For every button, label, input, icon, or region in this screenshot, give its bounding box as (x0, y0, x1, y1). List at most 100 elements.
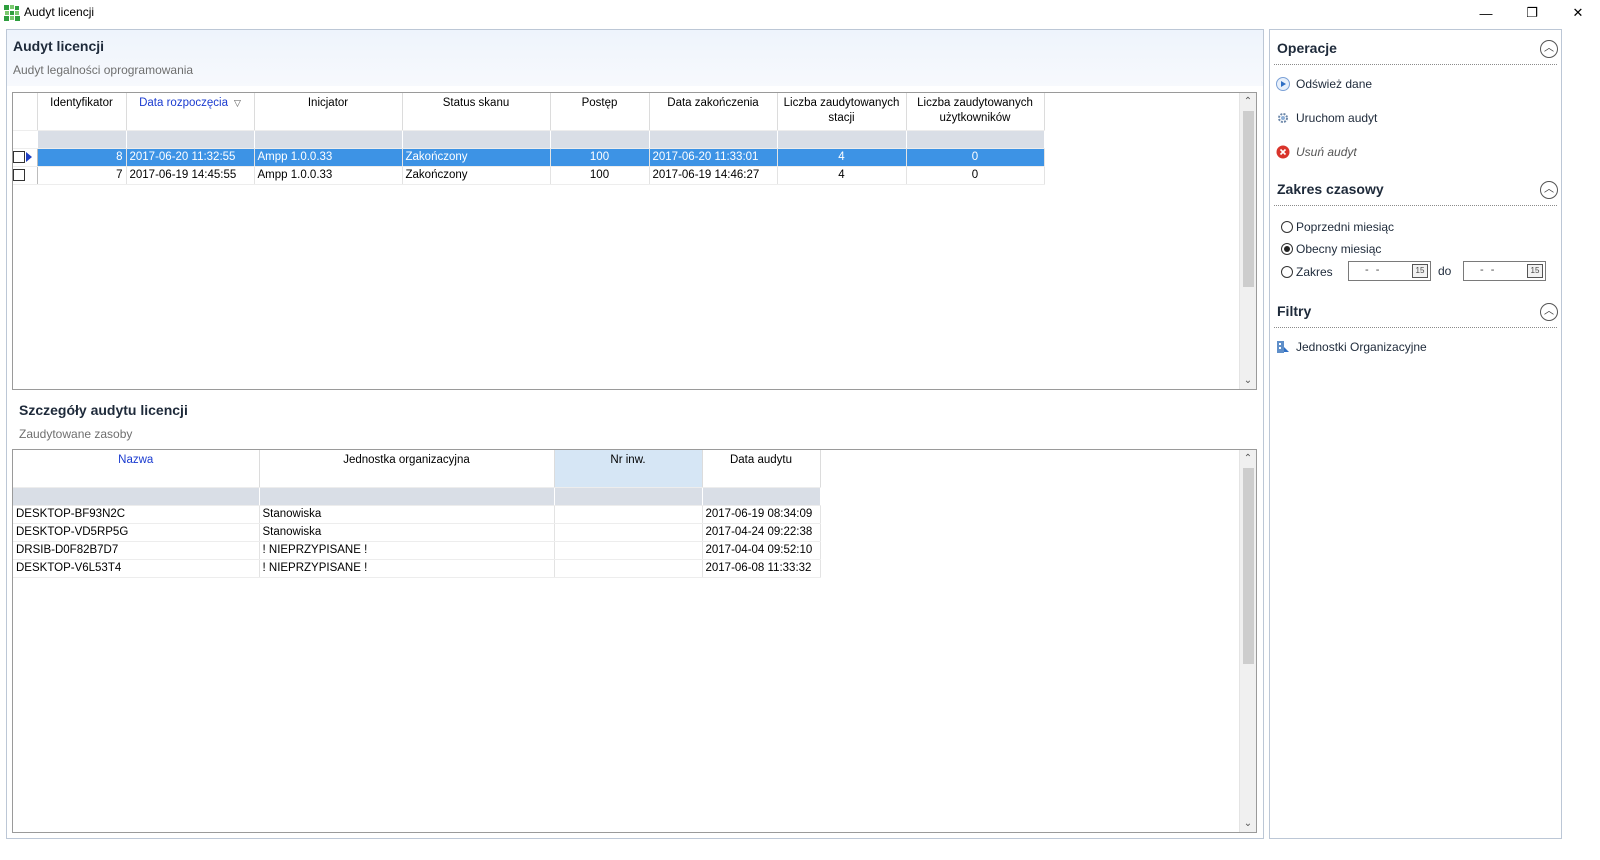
cell-id: 7 (37, 166, 127, 185)
calendar-icon[interactable]: 15 (1412, 264, 1428, 278)
cell-initiator: Ampp 1.0.0.33 (254, 148, 403, 167)
col-header-users[interactable]: Liczba zaudytowanych użytkowników (906, 93, 1045, 131)
details-grid[interactable]: Nazwa Jednostka organizacyjna Nr inw. Da… (12, 449, 1257, 833)
date-to-value: - - (1480, 264, 1497, 276)
collapse-time-range-icon[interactable]: ︿ (1540, 181, 1558, 199)
divider (1274, 205, 1557, 206)
date-to-input[interactable]: - - 15 (1463, 261, 1546, 281)
table-row[interactable]: DRSIB-D0F82B7D7 ! NIEPRZYPISANE ! 2017-0… (13, 541, 821, 560)
current-row-indicator-icon (26, 151, 32, 162)
cell-progress: 100 (550, 166, 650, 185)
radio-button[interactable] (1281, 266, 1293, 278)
scroll-up-icon[interactable]: ⌃ (1240, 450, 1256, 467)
col-header-name[interactable]: Nazwa (13, 450, 260, 488)
col-header-start-date-label: Data rozpoczęcia (139, 97, 228, 109)
col-header-status[interactable]: Status skanu (402, 93, 551, 131)
radio-current-month[interactable]: Obecny miesiąc (1281, 242, 1381, 256)
cell-inv (554, 505, 703, 524)
col-header-id[interactable]: Identyfikator (37, 93, 127, 131)
filter-cell-date[interactable] (702, 487, 821, 506)
title-bar: Audyt licencji — ❐ ✕ (0, 0, 1600, 26)
cell-start: 2017-06-20 11:32:55 (126, 148, 255, 167)
radio-previous-month-label: Poprzedni miesiąc (1296, 220, 1395, 234)
maximize-button[interactable]: ❐ (1509, 0, 1555, 26)
filter-cell-end[interactable] (649, 130, 778, 149)
cell-name: DESKTOP-VD5RP5G (13, 523, 260, 542)
scroll-thumb[interactable] (1243, 111, 1254, 287)
col-header-name-label: Nazwa (118, 454, 154, 466)
window-title: Audyt licencji (24, 5, 95, 19)
refresh-data-link[interactable]: Odśwież dane (1276, 77, 1372, 91)
filter-row (13, 130, 1045, 149)
radio-current-month-label: Obecny miesiąc (1296, 242, 1382, 256)
audit-grid-scrollbar[interactable]: ⌃ ⌄ (1239, 93, 1256, 389)
filter-cell-inv[interactable] (554, 487, 703, 506)
scroll-thumb[interactable] (1243, 468, 1254, 664)
filter-cell-users[interactable] (906, 130, 1045, 149)
filter-cell-id[interactable] (37, 130, 127, 149)
collapse-operations-icon[interactable]: ︿ (1540, 40, 1558, 58)
org-units-filter-link[interactable]: Jednostki Organizacyjne (1276, 340, 1427, 354)
scroll-up-icon[interactable]: ⌃ (1240, 93, 1256, 110)
details-grid-scrollbar[interactable]: ⌃ ⌄ (1239, 450, 1256, 832)
filter-cell-progress[interactable] (550, 130, 650, 149)
filter-cell-start[interactable] (126, 130, 255, 149)
calendar-icon[interactable]: 15 (1527, 264, 1543, 278)
row-checkbox[interactable] (13, 168, 25, 181)
collapse-filters-icon[interactable]: ︿ (1540, 303, 1558, 321)
date-from-input[interactable]: - - 15 (1348, 261, 1431, 281)
row-selector[interactable] (13, 148, 38, 167)
radio-button-selected[interactable] (1281, 243, 1293, 255)
col-header-progress[interactable]: Postęp (550, 93, 650, 131)
radio-previous-month[interactable]: Poprzedni miesiąc (1281, 220, 1394, 234)
close-button[interactable]: ✕ (1555, 0, 1600, 26)
details-title: Szczegóły audytu licencji (19, 402, 188, 418)
col-header-stations[interactable]: Liczba zaudytowanych stacji (777, 93, 907, 131)
run-audit-link[interactable]: Uruchom audyt (1276, 111, 1377, 125)
details-subtitle: Zaudytowane zasoby (19, 427, 133, 441)
col-header-inv-no[interactable]: Nr inw. (554, 450, 703, 488)
delete-audit-link[interactable]: Usuń audyt (1276, 145, 1357, 159)
minimize-button[interactable]: — (1463, 0, 1509, 26)
scroll-down-icon[interactable]: ⌄ (1240, 372, 1256, 389)
cell-date: 2017-04-24 09:22:38 (702, 523, 821, 542)
filter-row (13, 487, 821, 506)
cell-unit: Stanowiska (259, 523, 555, 542)
col-header-audit-date[interactable]: Data audytu (702, 450, 821, 488)
run-audit-label: Uruchom audyt (1296, 111, 1378, 125)
cell-status: Zakończony (402, 166, 551, 185)
cell-name: DRSIB-D0F82B7D7 (13, 541, 260, 560)
row-checkbox[interactable] (13, 150, 25, 163)
org-units-label: Jednostki Organizacyjne (1296, 340, 1427, 354)
row-selector[interactable] (13, 166, 38, 185)
cell-inv (554, 559, 703, 578)
table-row[interactable]: DESKTOP-VD5RP5G Stanowiska 2017-04-24 09… (13, 523, 821, 542)
table-row[interactable]: 8 2017-06-20 11:32:55 Ampp 1.0.0.33 Zako… (13, 148, 1045, 167)
radio-range[interactable]: Zakres (1281, 265, 1333, 279)
cell-date: 2017-06-08 11:33:32 (702, 559, 821, 578)
table-row[interactable]: 7 2017-06-19 14:45:55 Ampp 1.0.0.33 Zako… (13, 166, 1045, 185)
divider (1274, 327, 1557, 328)
cell-stations: 4 (777, 148, 907, 167)
time-range-header: Zakres czasowy (1277, 181, 1384, 197)
filter-cell-status[interactable] (402, 130, 551, 149)
col-header-org-unit[interactable]: Jednostka organizacyjna (259, 450, 555, 488)
col-header-end-date[interactable]: Data zakończenia (649, 93, 778, 131)
col-header-start-date[interactable]: Data rozpoczęcia ▽ (126, 93, 255, 131)
table-row[interactable]: DESKTOP-V6L53T4 ! NIEPRZYPISANE ! 2017-0… (13, 559, 821, 578)
filter-cell-initiator[interactable] (254, 130, 403, 149)
cell-unit: ! NIEPRZYPISANE ! (259, 541, 555, 560)
filter-cell-stations[interactable] (777, 130, 907, 149)
cell-users: 0 (906, 148, 1045, 167)
radio-button[interactable] (1281, 221, 1293, 233)
table-row[interactable]: DESKTOP-BF93N2C Stanowiska 2017-06-19 08… (13, 505, 821, 524)
filter-cell-unit[interactable] (259, 487, 555, 506)
cell-date: 2017-04-04 09:52:10 (702, 541, 821, 560)
divider (1274, 64, 1557, 65)
col-header-initiator[interactable]: Inicjator (254, 93, 403, 131)
sort-desc-icon: ▽ (233, 98, 241, 108)
cell-unit: Stanowiska (259, 505, 555, 524)
scroll-down-icon[interactable]: ⌄ (1240, 815, 1256, 832)
audit-grid[interactable]: Identyfikator Data rozpoczęcia ▽ Inicjato… (12, 92, 1257, 390)
filter-cell-name[interactable] (13, 487, 260, 506)
